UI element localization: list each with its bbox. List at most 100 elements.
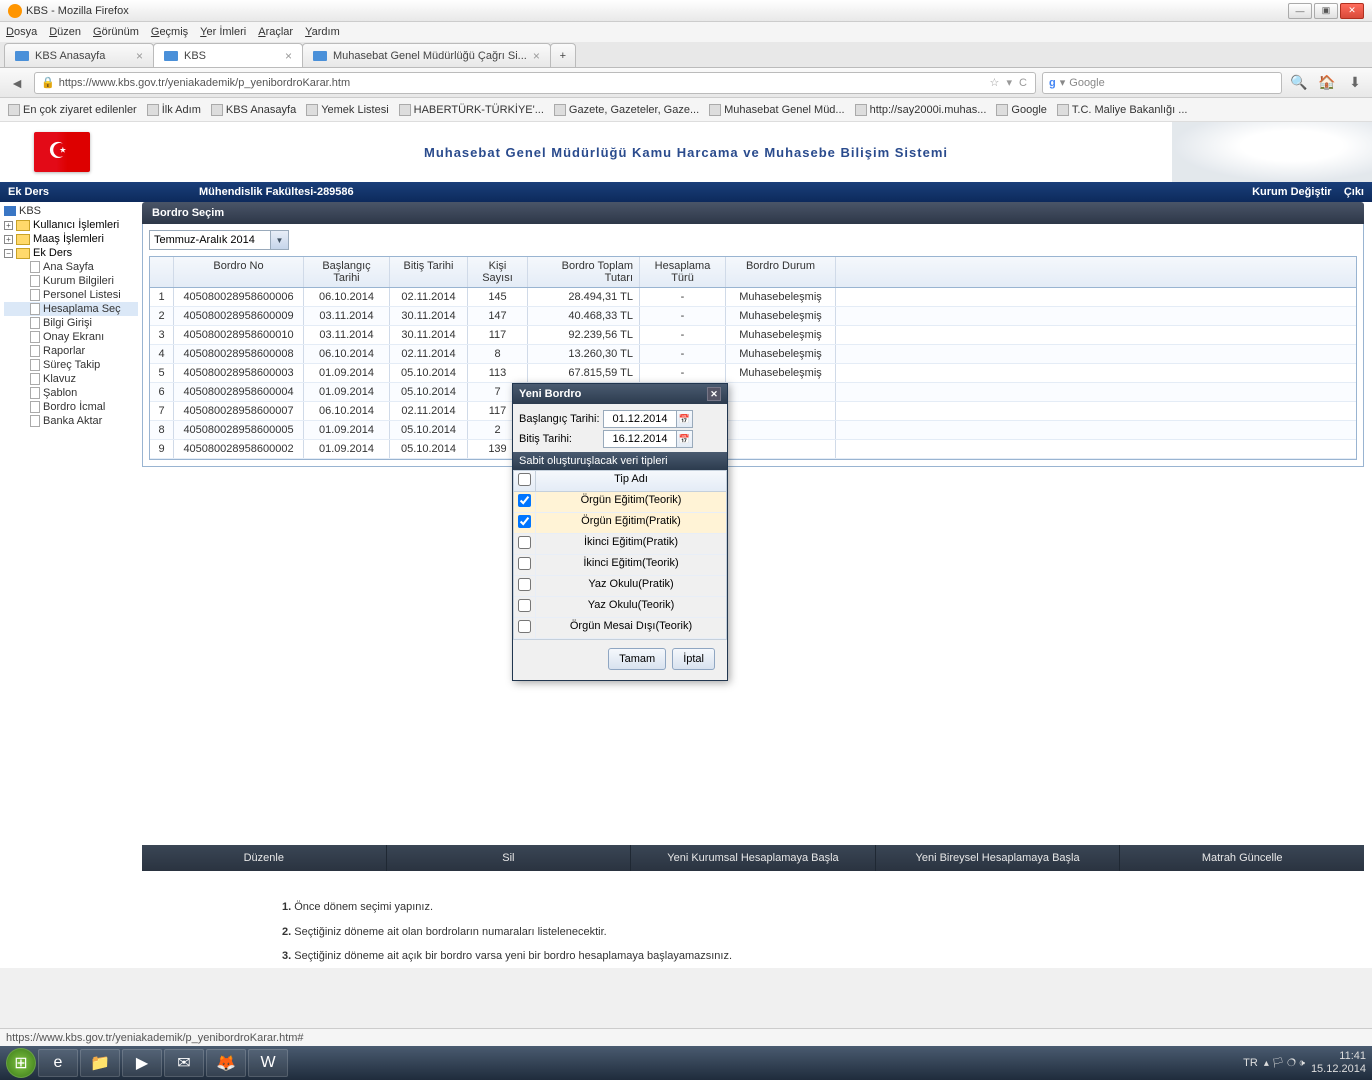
clock[interactable]: 11:41 15.12.2014 <box>1311 1050 1366 1076</box>
type-row[interactable]: Örgün Eğitim(Teorik) <box>514 492 726 513</box>
browser-tab[interactable]: KBS Anasayfa× <box>4 43 154 67</box>
bookmark-item[interactable]: İlk Adım <box>147 104 201 116</box>
column-header[interactable]: Bitiş Tarihi <box>390 257 468 287</box>
tree-leaf[interactable]: Süreç Takip <box>4 358 138 372</box>
start-date-input[interactable] <box>603 410 677 428</box>
browser-tab[interactable]: Muhasebat Genel Müdürlüğü Çağrı Si...× <box>302 43 551 67</box>
tab-close-icon[interactable]: × <box>533 49 540 63</box>
tree-leaf[interactable]: Şablon <box>4 386 138 400</box>
action-button[interactable]: Yeni Bireysel Hesaplamaya Başla <box>876 845 1121 871</box>
maximize-button[interactable]: ▣ <box>1314 3 1338 19</box>
column-header[interactable]: Bordro Toplam Tutarı <box>528 257 640 287</box>
type-checkbox[interactable] <box>518 515 531 528</box>
logout-link[interactable]: Çıkı <box>1344 186 1364 198</box>
menu-araçlar[interactable]: Araçlar <box>258 26 293 38</box>
tree-leaf[interactable]: Ana Sayfa <box>4 260 138 274</box>
lang-indicator[interactable]: TR <box>1243 1057 1258 1069</box>
action-button[interactable]: Düzenle <box>142 845 387 871</box>
action-button[interactable]: Yeni Kurumsal Hesaplamaya Başla <box>631 845 876 871</box>
new-tab-button[interactable]: + <box>550 43 576 67</box>
address-bar[interactable]: 🔒 https://www.kbs.gov.tr/yeniakademik/p_… <box>34 72 1036 94</box>
taskbar-ie[interactable]: e <box>38 1049 78 1077</box>
menu-yardım[interactable]: Yardım <box>305 26 340 38</box>
period-select[interactable]: Temmuz-Aralık 2014 ▼ <box>149 230 289 250</box>
tree-leaf[interactable]: Raporlar <box>4 344 138 358</box>
minimize-button[interactable]: — <box>1288 3 1312 19</box>
table-row[interactable]: 340508002895860001003.11.201430.11.20141… <box>150 326 1356 345</box>
column-header[interactable]: Hesaplama Türü <box>640 257 726 287</box>
table-row[interactable]: 140508002895860000606.10.201402.11.20141… <box>150 288 1356 307</box>
tab-close-icon[interactable]: × <box>136 49 143 63</box>
start-button[interactable]: ⊞ <box>6 1048 36 1078</box>
action-button[interactable]: Matrah Güncelle <box>1120 845 1364 871</box>
end-date-input[interactable] <box>603 430 677 448</box>
column-header[interactable]: Bordro No <box>174 257 304 287</box>
tab-close-icon[interactable]: × <box>285 49 292 63</box>
tree-leaf[interactable]: Kurum Bilgileri <box>4 274 138 288</box>
calendar-icon[interactable]: 📅 <box>677 410 693 428</box>
select-all-checkbox[interactable] <box>518 473 531 486</box>
menu-geçmiş[interactable]: Geçmiş <box>151 26 188 38</box>
type-checkbox[interactable] <box>518 599 531 612</box>
bookmark-item[interactable]: HABERTÜRK-TÜRKİYE'... <box>399 104 544 116</box>
table-row[interactable]: 840508002895860000501.09.201405.10.20142… <box>150 421 1356 440</box>
tree-leaf[interactable]: Bordro İcmal <box>4 400 138 414</box>
expand-icon[interactable]: + <box>4 235 13 244</box>
type-row[interactable]: İkinci Eğitim(Teorik) <box>514 555 726 576</box>
search-box[interactable]: g ▾ Google <box>1042 72 1282 94</box>
type-checkbox[interactable] <box>518 494 531 507</box>
menu-yer i̇mleri[interactable]: Yer İmleri <box>200 26 246 38</box>
table-row[interactable]: 940508002895860000201.09.201405.10.20141… <box>150 440 1356 459</box>
tree-leaf[interactable]: Onay Ekranı <box>4 330 138 344</box>
tree-folder[interactable]: +Maaş İşlemleri <box>4 232 138 246</box>
table-row[interactable]: 640508002895860000401.09.201405.10.20147… <box>150 383 1356 402</box>
bookmark-item[interactable]: T.C. Maliye Bakanlığı ... <box>1057 104 1188 116</box>
taskbar-media[interactable]: ▶ <box>122 1049 162 1077</box>
column-header[interactable] <box>150 257 174 287</box>
type-checkbox[interactable] <box>518 536 531 549</box>
tree-leaf[interactable]: Klavuz <box>4 372 138 386</box>
taskbar-word[interactable]: W <box>248 1049 288 1077</box>
type-row[interactable]: Örgün Eğitim(Pratik) <box>514 513 726 534</box>
menu-dosya[interactable]: Dosya <box>6 26 37 38</box>
table-row[interactable]: 240508002895860000903.11.201430.11.20141… <box>150 307 1356 326</box>
bookmark-item[interactable]: Yemek Listesi <box>306 104 388 116</box>
type-row[interactable]: Yaz Okulu(Pratik) <box>514 576 726 597</box>
taskbar-explorer[interactable]: 📁 <box>80 1049 120 1077</box>
type-checkbox[interactable] <box>518 578 531 591</box>
tree-root[interactable]: KBS <box>4 204 138 218</box>
column-header[interactable]: Bordro Durum <box>726 257 836 287</box>
change-org-link[interactable]: Kurum Değiştir <box>1252 186 1331 198</box>
tree-leaf[interactable]: Bilgi Girişi <box>4 316 138 330</box>
search-icon[interactable]: 🔍 <box>1288 72 1310 94</box>
collapse-icon[interactable]: − <box>4 249 13 258</box>
tree-folder-ekders[interactable]: − Ek Ders <box>4 246 138 260</box>
cancel-button[interactable]: İptal <box>672 648 715 670</box>
browser-tab[interactable]: KBS× <box>153 43 303 67</box>
tree-folder[interactable]: +Kullanıcı İşlemleri <box>4 218 138 232</box>
bookmark-item[interactable]: Google <box>996 104 1046 116</box>
action-button[interactable]: Sil <box>387 845 632 871</box>
dialog-title-bar[interactable]: Yeni Bordro ✕ <box>513 384 727 404</box>
tree-leaf[interactable]: Personel Listesi <box>4 288 138 302</box>
bookmark-item[interactable]: Gazete, Gazeteler, Gaze... <box>554 104 699 116</box>
download-icon[interactable]: ⬇ <box>1344 72 1366 94</box>
menu-düzen[interactable]: Düzen <box>49 26 81 38</box>
calendar-icon[interactable]: 📅 <box>677 430 693 448</box>
column-header[interactable]: Kişi Sayısı <box>468 257 528 287</box>
type-checkbox[interactable] <box>518 557 531 570</box>
table-row[interactable]: 540508002895860000301.09.201405.10.20141… <box>150 364 1356 383</box>
tray-icons[interactable]: ▴ 🏳 🔿 🕩 <box>1264 1058 1305 1069</box>
ok-button[interactable]: Tamam <box>608 648 666 670</box>
table-row[interactable]: 440508002895860000806.10.201402.11.20148… <box>150 345 1356 364</box>
type-checkbox[interactable] <box>518 620 531 633</box>
column-header[interactable]: Başlangıç Tarihi <box>304 257 390 287</box>
close-button[interactable]: ✕ <box>1340 3 1364 19</box>
bookmark-item[interactable]: KBS Anasayfa <box>211 104 296 116</box>
home-icon[interactable]: 🏠 <box>1316 72 1338 94</box>
taskbar-outlook[interactable]: ✉ <box>164 1049 204 1077</box>
dialog-close-icon[interactable]: ✕ <box>707 387 721 401</box>
tree-leaf[interactable]: Hesaplama Seç <box>4 302 138 316</box>
expand-icon[interactable]: + <box>4 221 13 230</box>
bookmark-item[interactable]: http://say2000i.muhas... <box>855 104 987 116</box>
